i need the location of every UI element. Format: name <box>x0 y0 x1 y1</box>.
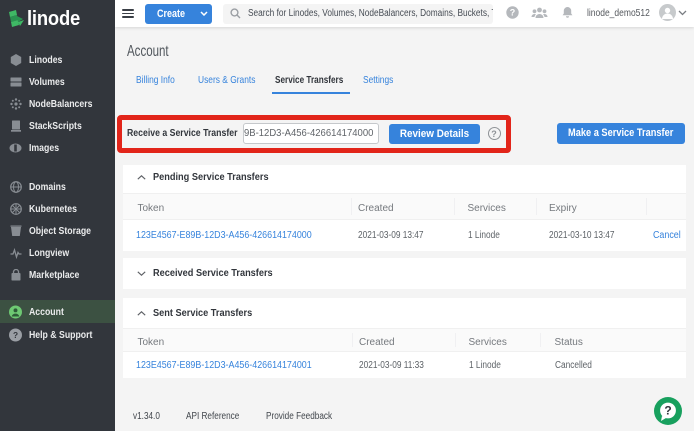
svg-text:?: ? <box>664 404 671 418</box>
svg-text:?: ? <box>510 8 516 18</box>
svg-text:?: ? <box>13 330 18 340</box>
